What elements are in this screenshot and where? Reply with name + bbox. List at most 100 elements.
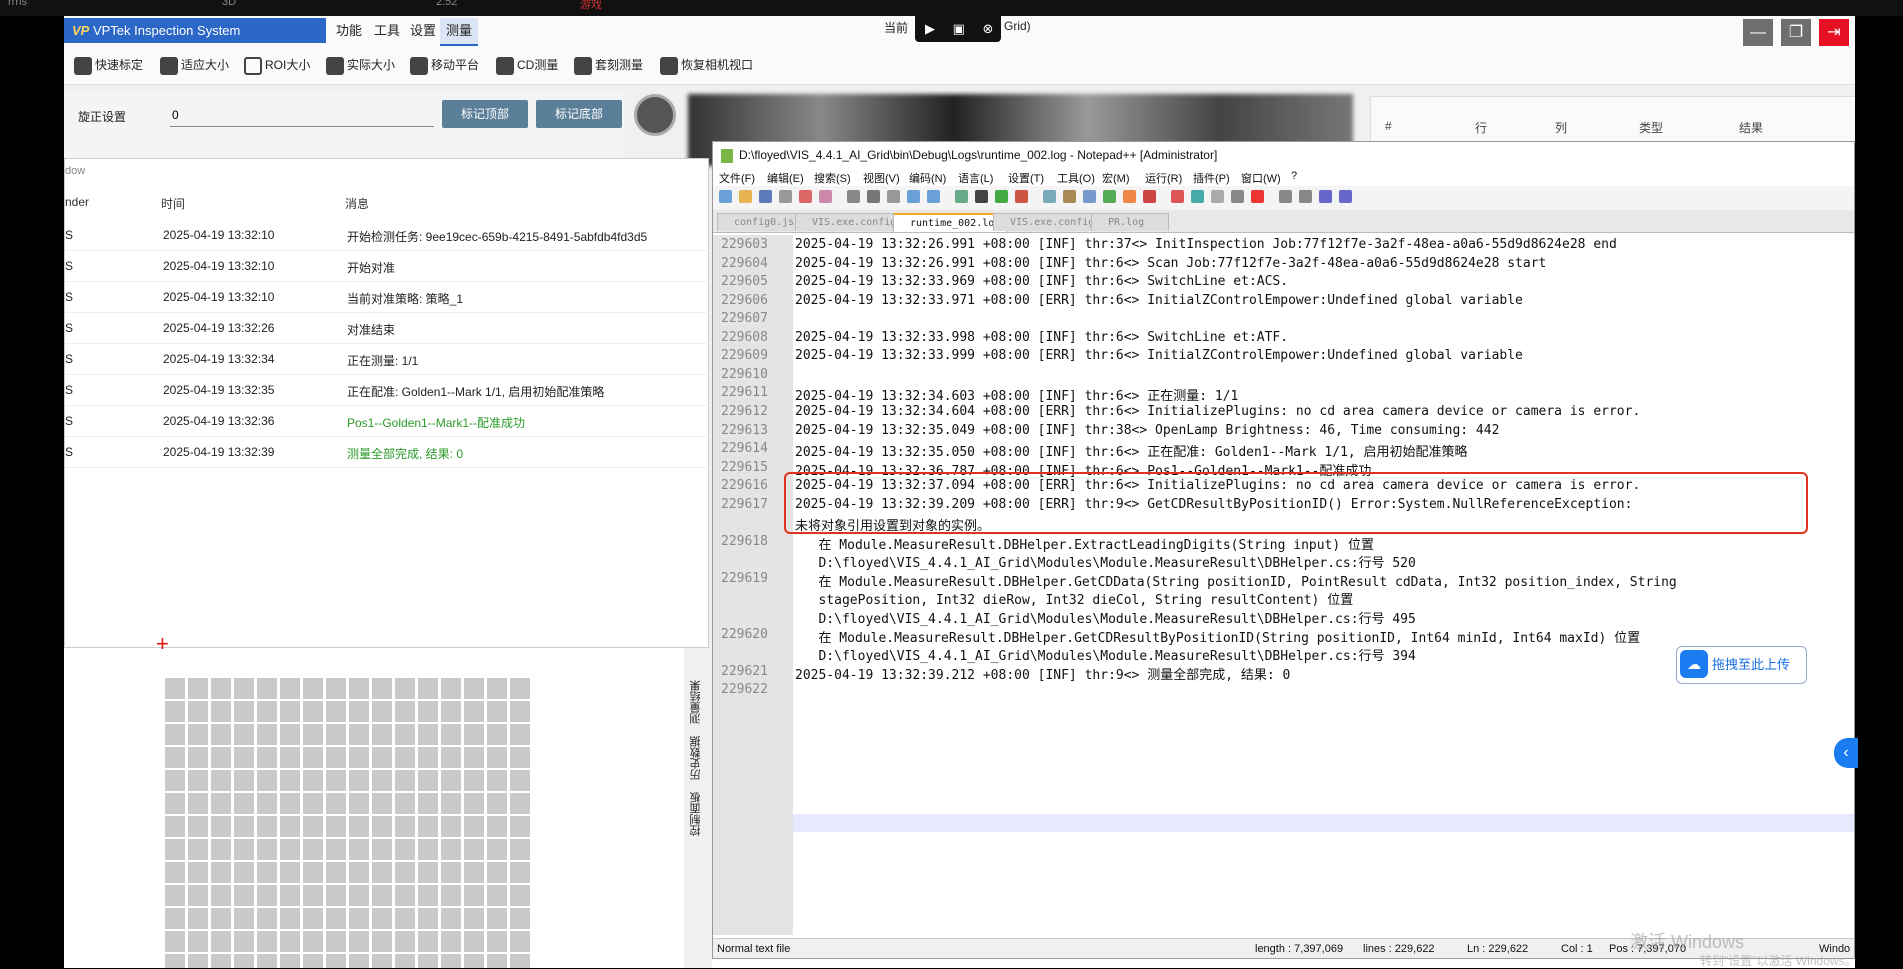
close-button[interactable]: ⇥ <box>1819 19 1849 47</box>
npp-file-tab[interactable]: VIS.exe.config <box>993 213 1107 231</box>
log-table-row[interactable]: S 2025-04-19 13:32:34 正在测量: 1/1 <box>65 343 710 375</box>
log-table-panel: dow nder 时间 消息 S 2025-04-19 13:32:10 开始检测任… <box>64 158 710 648</box>
npp-title-bar: D:\floyed\VIS_4.4.1_AI_Grid\bin\Debug\Lo… <box>713 142 1854 168</box>
npp-tool-icon[interactable] <box>1143 190 1156 203</box>
npp-tool-icon[interactable] <box>1299 190 1312 203</box>
menu-measure[interactable]: 测量 <box>440 18 479 46</box>
log-table-row[interactable]: S 2025-04-19 13:32:39 测量全部完成, 结果: 0 <box>65 436 710 468</box>
npp-tool-icon[interactable] <box>847 190 860 203</box>
log-table-row[interactable]: S 2025-04-19 13:32:26 对准结束 <box>65 312 710 344</box>
restore-camera-button[interactable]: 恢复相机视口 <box>660 52 753 78</box>
npp-tool-icon[interactable] <box>1339 190 1352 203</box>
line-number: 229617 <box>721 497 768 512</box>
tab-measure-result[interactable]: 测量结果 <box>688 680 704 724</box>
npp-menu-item[interactable]: 搜索(S) <box>814 170 851 186</box>
npp-file-tab[interactable]: PR.log <box>1091 213 1169 231</box>
npp-menu-item[interactable]: 视图(V) <box>863 170 900 186</box>
log-table-row[interactable]: S 2025-04-19 13:32:10 当前对准策略: 策略_1 <box>65 281 710 313</box>
mark-top-button[interactable]: 标记顶部 <box>442 100 528 128</box>
menu-settings[interactable]: 设置 <box>404 18 442 44</box>
npp-tool-icon[interactable] <box>759 190 772 203</box>
npp-menu-item[interactable]: 设置(T) <box>1008 170 1044 186</box>
npp-tool-icon[interactable] <box>1083 190 1096 203</box>
npp-tool-icon[interactable] <box>1103 190 1116 203</box>
npp-tool-icon[interactable] <box>1279 190 1292 203</box>
fit-size-button[interactable]: 适应大小 <box>160 52 229 78</box>
log-table-row[interactable]: S 2025-04-19 13:32:10 开始对准 <box>65 250 710 282</box>
upload-drop-button[interactable]: ☁ 拖拽至此上传 <box>1676 646 1807 684</box>
npp-tool-icon[interactable] <box>975 190 988 203</box>
minimize-button[interactable]: — <box>1743 19 1773 47</box>
npp-tool-icon[interactable] <box>1191 190 1204 203</box>
media-controls[interactable]: ▶ ▣ ⊗ <box>915 16 1001 42</box>
browser-tab[interactable]: 2.52 <box>436 0 457 8</box>
npp-tool-icon[interactable] <box>719 190 732 203</box>
log-table-row[interactable]: S 2025-04-19 13:32:36 Pos1--Golden1--Mark1… <box>65 405 710 437</box>
npp-menu-item[interactable]: 文件(F) <box>719 170 755 186</box>
roi-size-button[interactable]: ROI大小 <box>244 52 310 78</box>
actual-size-button[interactable]: 实际大小 <box>326 52 395 78</box>
npp-tool-icon[interactable] <box>867 190 880 203</box>
npp-tool-icon[interactable] <box>1015 190 1028 203</box>
menu-tools[interactable]: 工具 <box>368 18 406 44</box>
npp-tool-icon[interactable] <box>907 190 920 203</box>
npp-menu-item[interactable]: 窗口(W) <box>1241 170 1281 186</box>
npp-tool-icon[interactable] <box>995 190 1008 203</box>
npp-tool-icon[interactable] <box>739 190 752 203</box>
maximize-button[interactable]: ❐ <box>1781 19 1811 47</box>
npp-file-tab[interactable]: VIS.exe.config <box>795 213 907 231</box>
browser-tab[interactable]: 3D <box>222 0 236 8</box>
camera-capture-button[interactable] <box>634 94 676 136</box>
npp-menu-item[interactable]: ? <box>1291 170 1297 182</box>
npp-menu-item[interactable]: 运行(R) <box>1145 170 1182 186</box>
rotation-input[interactable] <box>170 104 434 127</box>
log-table-row[interactable]: S 2025-04-19 13:32:10 开始检测任务: 9ee19cec-659… <box>65 219 710 251</box>
npp-editor[interactable]: 229603 229604 229605 229606 229607 229608 2296… <box>713 235 1854 935</box>
cd-measure-button[interactable]: CD测量 <box>496 52 558 78</box>
npp-tool-icon[interactable] <box>1063 190 1076 203</box>
npp-tool-icon[interactable] <box>1171 190 1184 203</box>
npp-tool-icon[interactable] <box>779 190 792 203</box>
screen-icon[interactable]: ▣ <box>953 21 965 36</box>
close-icon[interactable]: ⊗ <box>983 21 994 36</box>
mark-bottom-button[interactable]: 标记底部 <box>536 100 622 128</box>
log-cell-sender: S <box>65 383 74 397</box>
move-stage-button[interactable]: 移动平台 <box>410 52 479 78</box>
npp-tool-icon[interactable] <box>819 190 832 203</box>
npp-menu-item[interactable]: 工具(O) <box>1057 170 1095 186</box>
npp-tool-icon[interactable] <box>887 190 900 203</box>
log-cell-time: 2025-04-19 13:32:10 <box>163 290 275 304</box>
npp-tool-icon[interactable] <box>1231 190 1244 203</box>
npp-tool-icon[interactable] <box>1211 190 1224 203</box>
log-cell-message: 正在测量: 1/1 <box>347 354 419 368</box>
quick-calibrate-button[interactable]: 快速标定 <box>74 52 143 78</box>
play-icon[interactable]: ▶ <box>925 21 935 36</box>
col-index: # <box>1385 119 1392 133</box>
npp-tool-icon[interactable] <box>1251 190 1264 203</box>
menu-function[interactable]: 功能 <box>330 18 368 44</box>
col-col: 列 <box>1555 121 1568 135</box>
log-table-row[interactable]: S 2025-04-19 13:32:35 正在配准: Golden1--Mark … <box>65 374 710 406</box>
npp-menu-item[interactable]: 编辑(E) <box>767 170 804 186</box>
tab-control-panel[interactable]: 控制面板 <box>688 792 704 836</box>
browser-tab[interactable]: 游戏 <box>580 0 602 12</box>
tab-history[interactable]: 历史数据 <box>688 736 704 780</box>
npp-tool-icon[interactable] <box>1319 190 1332 203</box>
npp-tool-icon[interactable] <box>799 190 812 203</box>
npp-tool-icon[interactable] <box>1123 190 1136 203</box>
side-collapse-arrow-icon[interactable]: ‹ <box>1834 738 1858 768</box>
npp-tool-icon[interactable] <box>927 190 940 203</box>
line-number: 229619 <box>721 571 768 586</box>
npp-tool-icon[interactable] <box>1043 190 1056 203</box>
log-cell-time: 2025-04-19 13:32:10 <box>163 259 275 273</box>
npp-file-tab[interactable]: runtime_002.log <box>893 213 1007 232</box>
npp-menu-item[interactable]: 编码(N) <box>909 170 946 186</box>
npp-menu-item[interactable]: 插件(P) <box>1193 170 1230 186</box>
browser-tab[interactable]: rrns <box>8 0 27 8</box>
npp-menu-item[interactable]: 语言(L) <box>958 170 993 186</box>
wafer-die-grid[interactable] <box>162 676 530 968</box>
npp-tool-icon[interactable] <box>955 190 968 203</box>
overlay-measure-button[interactable]: 套刻测量 <box>574 52 643 78</box>
npp-menu-item[interactable]: 宏(M) <box>1102 170 1130 186</box>
status-col: Col : 1 <box>1561 943 1593 955</box>
